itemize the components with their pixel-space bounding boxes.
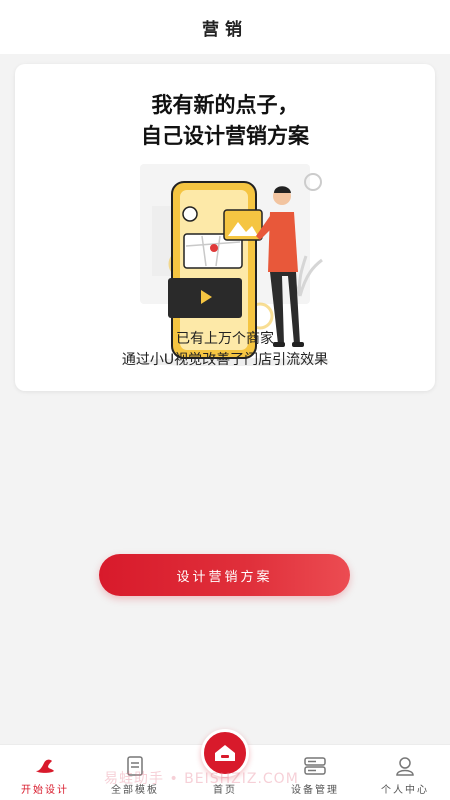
headline-line-1: 我有新的点子， bbox=[151, 93, 299, 117]
page-title: 营销 bbox=[202, 19, 248, 40]
avatar-icon bbox=[182, 206, 198, 222]
promo-headline: 我有新的点子， 自己设计营销方案 bbox=[15, 90, 435, 152]
user-icon bbox=[394, 755, 416, 777]
document-icon bbox=[124, 755, 146, 777]
tab-all-templates[interactable]: 全部模板 bbox=[90, 745, 180, 800]
tab-device-management[interactable]: 设备管理 bbox=[270, 745, 360, 800]
headline-line-2: 自己设计营销方案 bbox=[141, 124, 309, 148]
tab-start-design[interactable]: 开始设计 bbox=[0, 745, 90, 800]
map-pin-icon bbox=[210, 244, 218, 252]
tab-label: 开始设计 bbox=[21, 785, 69, 796]
promo-subtext: 已有上万个商家 通过小U视觉改善了门店引流效果 bbox=[15, 329, 435, 371]
design-marketing-plan-button[interactable]: 设计营销方案 bbox=[99, 554, 350, 596]
home-tab-button[interactable] bbox=[201, 729, 249, 777]
tab-label: 全部模板 bbox=[111, 785, 159, 796]
promo-card: 我有新的点子， 自己设计营销方案 已有上万个商家 通过小U视觉改善了门店引流效果 bbox=[15, 64, 435, 391]
home-icon bbox=[215, 745, 235, 761]
server-icon bbox=[304, 755, 326, 777]
person-shirt bbox=[268, 212, 298, 272]
tab-label: 设备管理 bbox=[291, 785, 339, 796]
subtext-line-2: 通过小U视觉改善了门店引流效果 bbox=[121, 352, 329, 368]
subtext-line-1: 已有上万个商家 bbox=[176, 331, 274, 347]
tab-home-label: 首页 bbox=[213, 785, 237, 796]
tab-label: 个人中心 bbox=[381, 785, 429, 796]
shoe-icon bbox=[34, 755, 56, 777]
top-bar: 营销 bbox=[0, 0, 450, 54]
tab-personal-center[interactable]: 个人中心 bbox=[360, 745, 450, 800]
